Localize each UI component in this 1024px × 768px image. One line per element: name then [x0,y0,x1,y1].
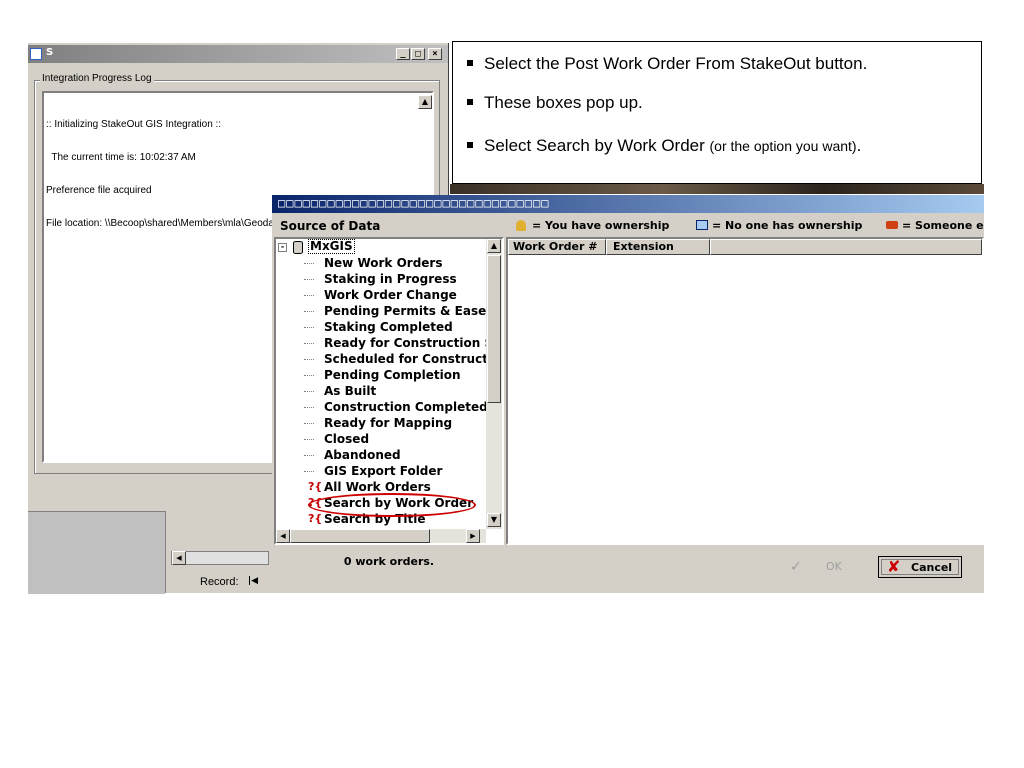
dialog-title: □□□□□□□□□□□□□□□□□□□□□□□□□□□□□□□□□ [278,196,550,210]
column-blank [710,239,982,255]
bullet-main: Select Search by Work Order [484,136,710,155]
log-line: The current time is: 10:02:37 AM [46,152,196,163]
record-first-button[interactable]: |◀ [246,574,260,588]
ok-button[interactable]: ✓ OK [784,556,860,578]
check-icon: ✓ [790,559,802,575]
group-title: Integration Progress Log [40,73,154,84]
scroll-down-button[interactable]: ▼ [487,513,501,527]
hscroll-left-button[interactable]: ◀ [172,551,186,565]
computer-icon [696,220,708,230]
scroll-thumb[interactable] [487,255,501,403]
bullet-text: These boxes pop up. [484,93,643,112]
user-icon [516,220,526,231]
lower-divider [165,511,166,593]
maximize-button[interactable]: □ [411,48,425,60]
lower-hscroll[interactable]: ◀ [171,551,269,565]
scroll-up-button[interactable]: ▲ [487,239,501,253]
list-header: Work Order # Extension [508,239,982,255]
work-order-dialog: □□□□□□□□□□□□□□□□□□□□□□□□□□□□□□□□□ Source… [272,195,984,593]
cancel-button[interactable]: ✘ Cancel [878,556,962,578]
tree-hscrollbar[interactable]: ◀ ▶ [276,529,486,543]
hscroll-right-button[interactable]: ▶ [466,529,480,543]
x-icon: ✘ [887,557,901,576]
close-button[interactable]: × [428,48,442,60]
log-line: :: Initializing StakeOut GIS Integration… [46,119,222,130]
status-text: 0 work orders. [343,555,435,568]
query-icon: ?{ [308,512,323,525]
source-header: Source of Data [280,219,381,233]
hscroll-thumb[interactable] [290,529,430,543]
tree-vscrollbar[interactable]: ▲ ▼ [486,239,502,529]
collapse-icon: - [278,243,287,252]
database-icon [293,241,303,254]
bullet-1: Select the Post Work Order From StakeOut… [453,54,973,76]
background-photo-strip [450,184,984,194]
log-scroll-up[interactable]: ▲ [418,95,432,109]
bullet-text: Select Search by Work Order (or the opti… [484,136,861,156]
bullet-text: Select the Post Work Order From StakeOut… [484,54,868,73]
legend-none: = No one has ownership [712,219,863,232]
bullet-2: These boxes pop up. [453,93,973,115]
work-order-list[interactable]: Work Order # Extension [506,237,984,545]
legend-else: = Someone else has ow [902,219,984,232]
record-label: Record: [200,576,239,588]
bullet-marker [467,99,473,105]
column-work-order[interactable]: Work Order # [508,239,606,255]
lower-panel [28,511,165,594]
highlight-circle [308,493,476,517]
bullet-small: (or the option you want) [709,138,857,154]
app-icon [30,48,42,60]
minimize-button[interactable]: _ [396,48,410,60]
bullet-marker [467,142,473,148]
window-title: S [46,47,54,58]
cancel-label: Cancel [911,561,953,574]
column-extension[interactable]: Extension [606,239,710,255]
bullet-marker [467,60,473,66]
legend-bar: = You have ownership = No one has owners… [508,217,984,235]
ok-label: OK [826,560,842,573]
window-titlebar[interactable]: S _ □ × [28,45,448,63]
legend-you: = You have ownership [532,219,670,232]
bullet-3: Select Search by Work Order (or the opti… [453,136,978,158]
query-icon: ?{ [308,480,323,493]
truck-icon [886,221,898,229]
dialog-titlebar[interactable]: □□□□□□□□□□□□□□□□□□□□□□□□□□□□□□□□□ [272,195,984,213]
instruction-callout: Select the Post Work Order From StakeOut… [452,41,982,184]
bullet-tail: . [856,136,862,155]
hscroll-left-button[interactable]: ◀ [276,529,290,543]
tree-root-label: MxGIS [308,239,355,254]
